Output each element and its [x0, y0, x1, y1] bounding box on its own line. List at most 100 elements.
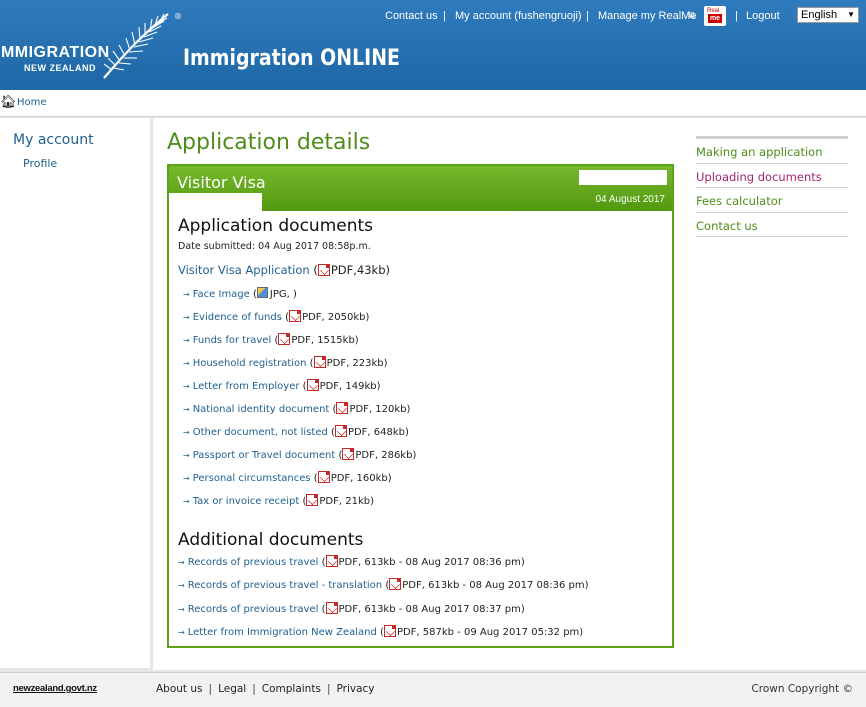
paren-open: (	[327, 427, 335, 438]
profile-link[interactable]: Profile	[23, 157, 57, 170]
pdf-icon	[317, 471, 330, 483]
realme-icon[interactable]: Real me	[704, 6, 726, 26]
visa-date: 04 August 2017	[595, 194, 665, 205]
redacted-box	[579, 170, 667, 185]
document-link[interactable]: Passport or Travel document	[193, 450, 336, 461]
arrow-right-icon: →	[183, 451, 190, 460]
arrow-right-icon: →	[178, 627, 185, 637]
pdf-icon	[334, 425, 347, 437]
additional-documents-heading: Additional documents	[178, 530, 364, 550]
pdf-icon	[289, 310, 302, 322]
document-row: → Records of previous travel (PDF, 613kb …	[178, 601, 525, 615]
logout-link[interactable]: Logout	[746, 10, 780, 22]
document-link[interactable]: Tax or invoice receipt	[193, 496, 300, 507]
paren-open: (	[376, 626, 384, 638]
pdf-icon	[306, 379, 319, 391]
doc-meta: PDF, 648kb)	[347, 427, 409, 438]
right-nav-item[interactable]: Uploading documents	[696, 162, 848, 188]
document-row: → Face Image (JPG, )	[183, 287, 297, 300]
doc-meta: PDF, 21kb)	[319, 496, 374, 507]
doc-meta: PDF, 286kb)	[355, 450, 417, 461]
footer-link-legal[interactable]: Legal	[218, 683, 246, 695]
arrow-right-icon: →	[178, 581, 185, 591]
doc-meta: PDF,43kb)	[330, 263, 390, 277]
crown-copyright: Crown Copyright ©	[751, 683, 853, 695]
pdf-icon	[325, 601, 338, 614]
doc-meta: PDF, 223kb)	[326, 358, 388, 369]
my-account-link[interactable]: My account (fushengruoji)	[455, 10, 582, 22]
arrow-right-icon: →	[183, 428, 190, 437]
top-nav-separator: |	[586, 10, 589, 22]
external-link-icon: ⧉	[689, 10, 696, 20]
paren-open: (	[281, 312, 290, 323]
realme-icon-text: me	[708, 14, 722, 23]
document-row: → Letter from Immigration New Zealand ( PD…	[178, 624, 584, 638]
document-link[interactable]: Records of previous travel	[188, 557, 319, 568]
right-nav-item[interactable]: Contact us	[696, 211, 848, 237]
document-row: → Records of previous travel (PDF, 613kb …	[178, 555, 525, 568]
newzealand-govt-link[interactable]: newzealand.govt.nz	[13, 683, 97, 694]
manage-realme-link[interactable]: Manage my RealMe	[598, 10, 696, 22]
footer-link-about[interactable]: About us	[156, 683, 203, 695]
doc-meta: PDF, 120kb)	[349, 404, 411, 415]
document-row: → Passport or Travel document (PDF, 286kb…	[183, 448, 416, 461]
document-link[interactable]: Evidence of funds	[193, 312, 282, 323]
footer-links: About us | Legal | Complaints | Privacy	[156, 683, 375, 695]
arrow-right-icon: →	[183, 405, 190, 414]
document-link[interactable]: Other document, not listed	[193, 427, 328, 438]
pdf-icon	[325, 555, 338, 567]
logo-subtext[interactable]: NEW ZEALAND	[24, 63, 96, 73]
paren-open: (	[299, 381, 307, 392]
my-account-link[interactable]: My account	[13, 132, 94, 148]
document-row: → Personal circumstances (PDF, 160kb)	[183, 471, 392, 484]
breadcrumb-home-link[interactable]: Home	[17, 97, 47, 108]
document-link[interactable]: Records of previous travel - translation	[188, 580, 382, 591]
footer-link-privacy[interactable]: Privacy	[336, 683, 374, 695]
paren-open: (	[299, 496, 307, 507]
site-header: IMMIGRATION NEW ZEALAND ® Immigration ON…	[0, 0, 866, 90]
doc-meta: PDF, 1515kb)	[291, 335, 359, 346]
footer-link-complaints[interactable]: Complaints	[262, 683, 321, 695]
document-link[interactable]: Funds for travel	[193, 335, 272, 346]
document-link[interactable]: Household registration	[193, 358, 307, 369]
right-nav-item[interactable]: Fees calculator	[696, 187, 848, 212]
paren-open: (	[249, 289, 257, 300]
footer-separator: |	[326, 683, 331, 695]
site-title[interactable]: Immigration ONLINE	[183, 46, 400, 71]
document-row: → Household registration (PDF, 223kb)	[183, 356, 388, 369]
pdf-icon	[389, 578, 402, 591]
document-link[interactable]: Personal circumstances	[193, 473, 311, 484]
pdf-icon	[336, 402, 349, 414]
document-row: → Tax or invoice receipt (PDF, 21kb)	[183, 494, 374, 507]
doc-meta: PDF, 149kb)	[319, 381, 381, 392]
arrow-right-icon: →	[183, 313, 190, 322]
document-row: → Funds for travel (PDF, 1515kb)	[183, 333, 359, 346]
document-link[interactable]: Letter from Employer	[193, 381, 300, 392]
date-submitted: Date submitted: 04 Aug 2017 08:58p.m.	[178, 241, 371, 252]
visitor-visa-application-link[interactable]: Visitor Visa Application	[178, 263, 310, 277]
logo-text[interactable]: IMMIGRATION	[0, 44, 110, 62]
application-documents-heading: Application documents	[178, 216, 374, 236]
footer-separator: |	[208, 683, 213, 695]
arrow-right-icon: →	[183, 336, 190, 345]
document-link[interactable]: Records of previous travel	[188, 604, 319, 615]
contact-us-link[interactable]: Contact us	[385, 10, 438, 22]
document-link[interactable]: Letter from Immigration New Zealand	[188, 627, 377, 638]
language-select[interactable]: English ▼	[797, 7, 859, 23]
doc-meta: PDF, 2050kb)	[302, 312, 370, 323]
right-nav-item[interactable]: Making an application	[696, 138, 848, 163]
doc-meta: PDF, 587kb - 09 Aug 2017 05:32 pm)	[396, 626, 584, 638]
application-card: Visitor Visa 04 August 2017 Application …	[167, 164, 674, 648]
home-icon[interactable]: 🏠︎	[0, 95, 17, 110]
language-selected: English	[801, 9, 838, 21]
document-row: → Letter from Employer (PDF, 149kb)	[183, 379, 381, 392]
paren-open: (	[310, 473, 318, 484]
document-link[interactable]: National identity document	[193, 404, 330, 415]
document-link[interactable]: Face Image	[193, 289, 250, 300]
pdf-icon	[278, 333, 291, 345]
pdf-icon	[383, 624, 396, 637]
main-document-row: Visitor Visa Application (PDF,43kb)	[178, 263, 390, 277]
paren-open: (	[382, 580, 390, 592]
paren-open: (	[318, 557, 326, 568]
document-row: → Other document, not listed ( PDF, 648kb)	[183, 425, 409, 438]
